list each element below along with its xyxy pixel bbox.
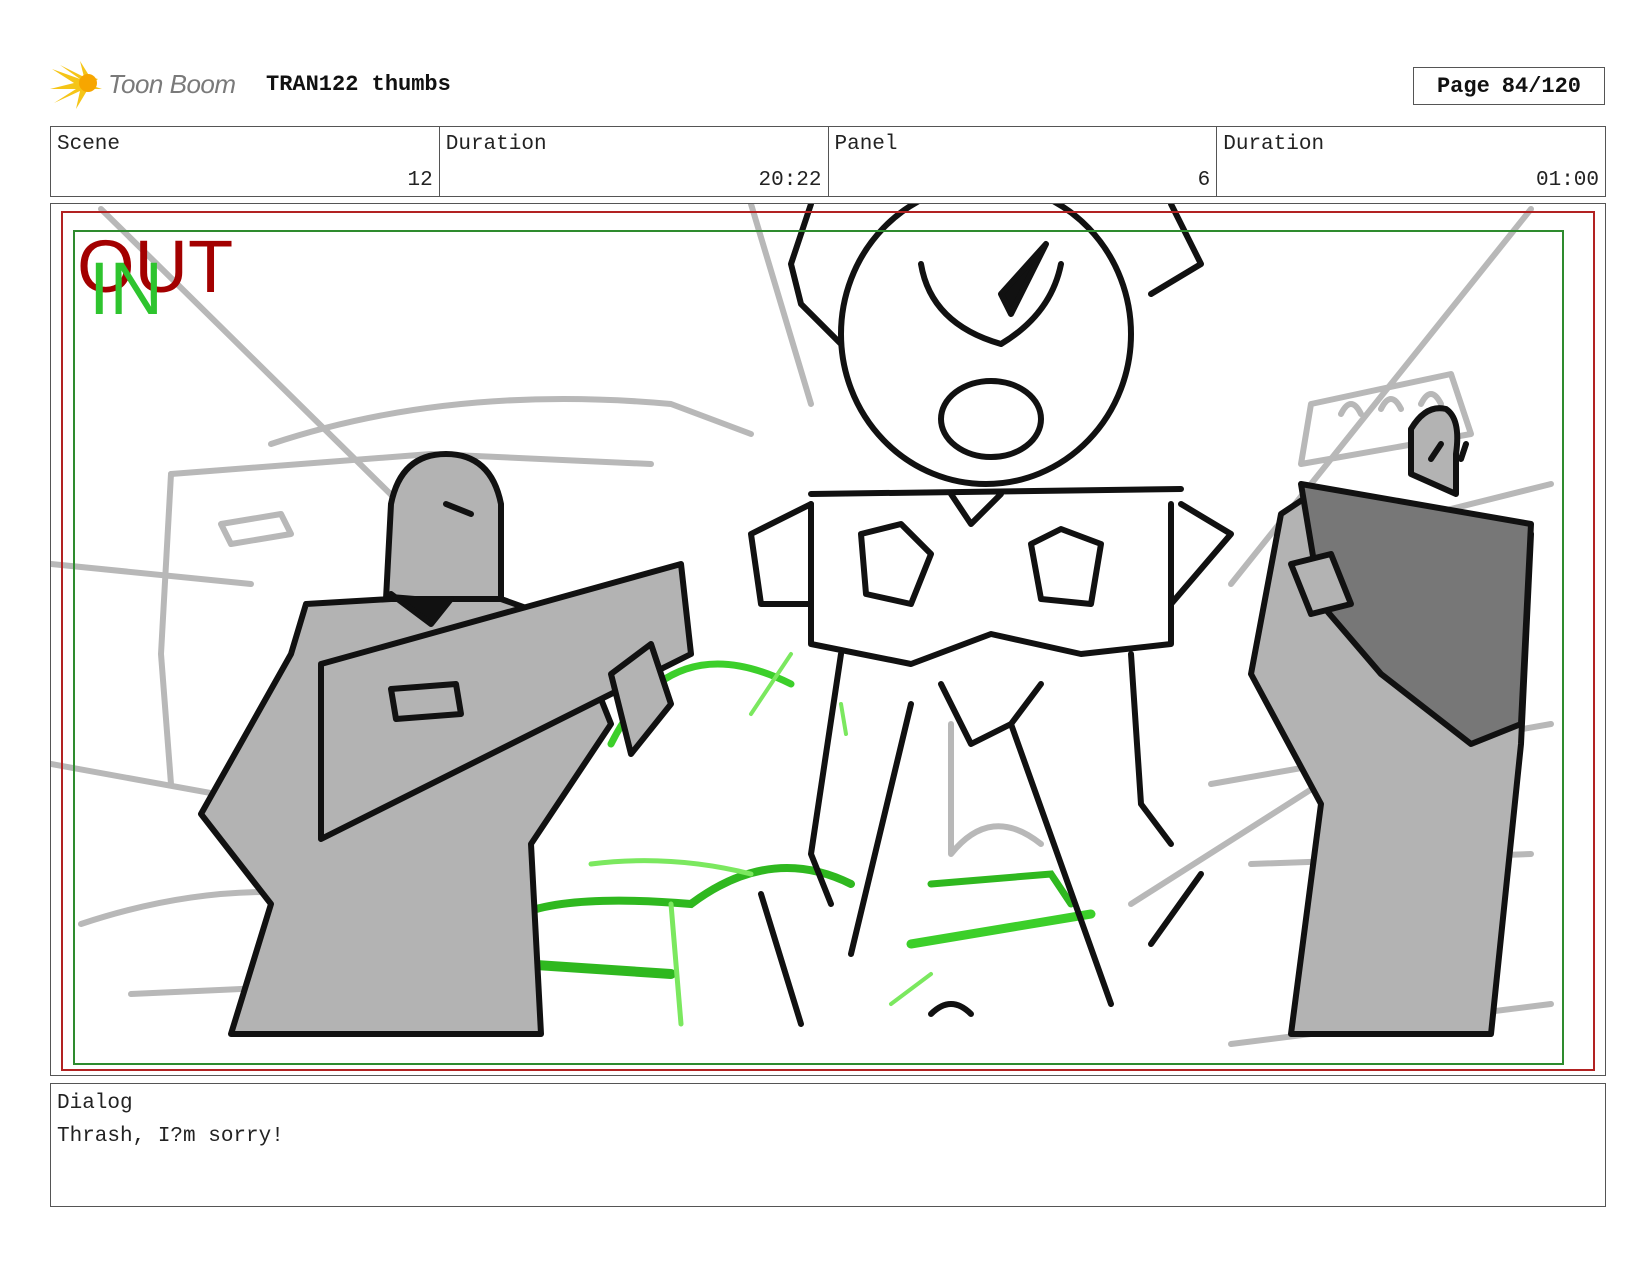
panel-value: 6: [1197, 169, 1211, 192]
scene-duration-label: Duration: [445, 133, 547, 156]
scene-duration-cell: Duration 20:22: [440, 127, 829, 196]
panel-duration-cell: Duration 01:00: [1217, 127, 1605, 196]
scene-value: 12: [407, 169, 433, 192]
page-number: 84/120: [1501, 73, 1582, 99]
scene-duration-value: 20:22: [758, 169, 822, 192]
panel-info-row: Scene 12 Duration 20:22 Panel 6 Duration…: [50, 126, 1606, 197]
panel-duration-value: 01:00: [1535, 169, 1599, 192]
in-safe-frame: [73, 230, 1564, 1065]
scene-label: Scene: [57, 133, 121, 156]
dialog-text: Thrash, I?m sorry!: [57, 1125, 284, 1148]
panel-cell: Panel 6: [829, 127, 1218, 196]
dialog-label: Dialog: [57, 1092, 133, 1115]
page-header: Toon Boom TRAN122 thumbs Page 84/120: [50, 55, 1605, 115]
scene-cell: Scene 12: [51, 127, 440, 196]
panel-label: Panel: [834, 133, 898, 156]
page-indicator: Page 84/120: [1413, 67, 1605, 105]
in-frame-label: IN: [89, 247, 163, 330]
project-title: TRAN122 thumbs: [266, 72, 451, 97]
logo-text: Toon Boom: [108, 69, 236, 99]
page-label: Page: [1436, 73, 1490, 99]
toon-boom-logo: Toon Boom: [50, 59, 250, 109]
panel-duration-label: Duration: [1223, 133, 1325, 156]
starburst-logo-icon: [50, 61, 102, 109]
storyboard-panel: OUT IN: [50, 203, 1606, 1076]
dialog-box: Dialog Thrash, I?m sorry!: [50, 1083, 1606, 1207]
